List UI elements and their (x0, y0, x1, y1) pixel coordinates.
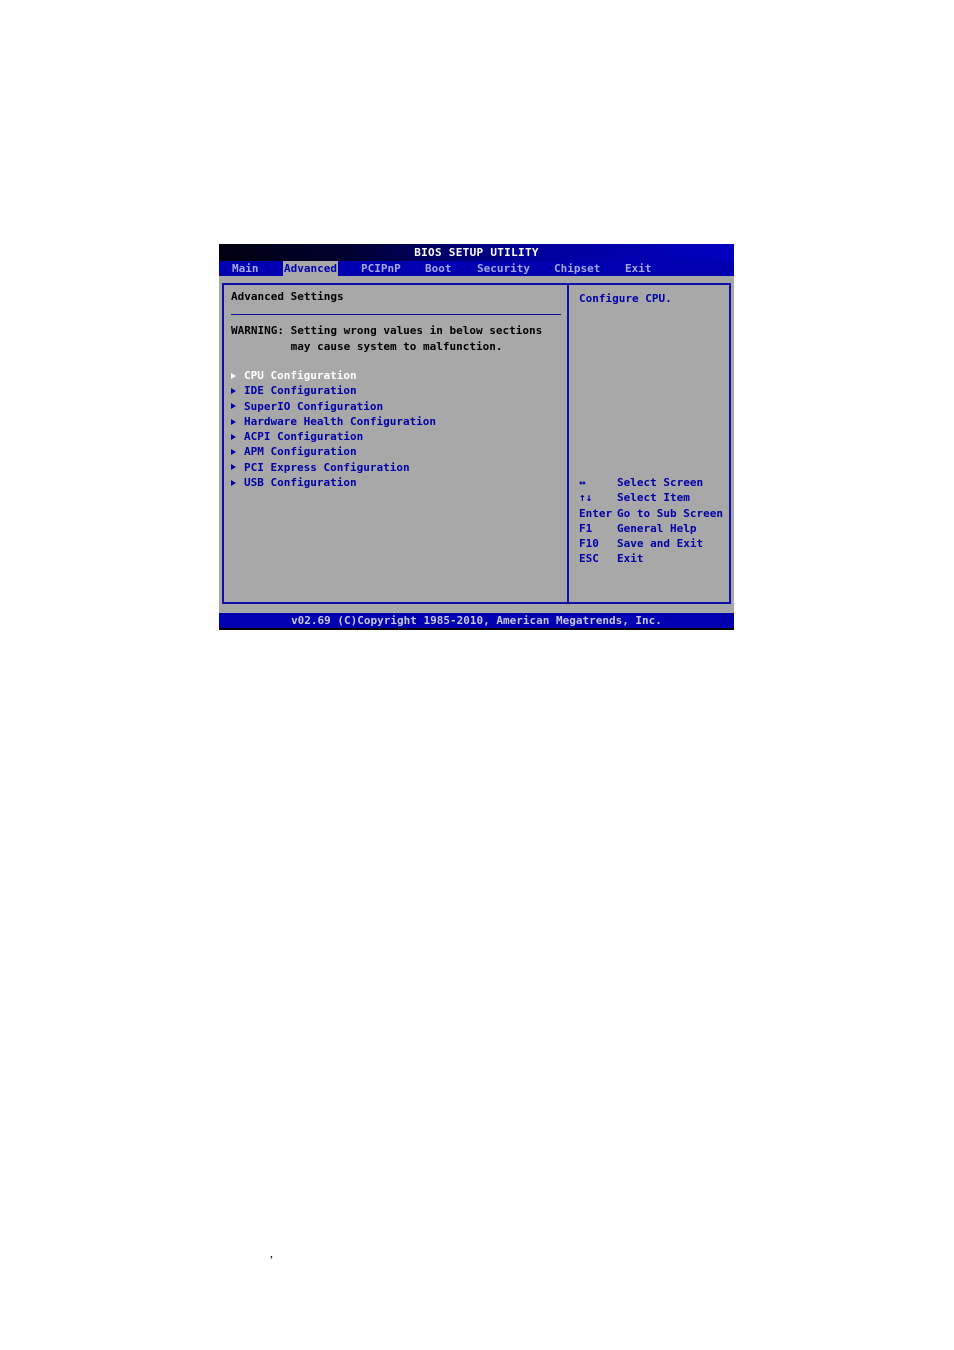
submenu-item-label: USB Configuration (244, 476, 357, 490)
triangle-right-icon (231, 479, 236, 486)
key-legend: ↔ Select Screen ↑↓ Select Item Enter Go to … (579, 475, 723, 567)
tab-chipset[interactable]: Chipset (553, 261, 601, 276)
triangle-right-icon (231, 372, 236, 379)
key-action: General Help (617, 521, 697, 535)
tab-boot[interactable]: Boot (424, 261, 453, 276)
key-legend-row: ↔ Select Screen (579, 475, 723, 490)
panel-divider (567, 283, 569, 604)
main-panel: Advanced Settings (231, 289, 561, 304)
key-action: Save and Exit (617, 537, 704, 551)
left-right-arrow-icon: ↔ (579, 476, 586, 489)
key-name: Enter (579, 506, 613, 520)
menu-bar: Main Advanced PCIPnP Boot Security Chips… (219, 261, 734, 276)
key-legend-row: Enter Go to Sub Screen (579, 506, 723, 521)
bios-setup-screen: BIOS SETUP UTILITY Main Advanced PCIPnP … (219, 244, 734, 630)
tab-advanced[interactable]: Advanced (283, 261, 338, 276)
submenu-item-apm[interactable]: APM Configuration (231, 444, 436, 459)
submenu-item-superio[interactable]: SuperIO Configuration (231, 399, 436, 414)
triangle-right-icon (231, 449, 236, 456)
tab-exit[interactable]: Exit (624, 261, 653, 276)
key-name: F1 (579, 521, 593, 535)
help-description: Configure CPU. (579, 292, 672, 305)
submenu-item-label: APM Configuration (244, 445, 357, 459)
triangle-right-icon (231, 403, 236, 410)
title-bar: BIOS SETUP UTILITY (219, 244, 734, 261)
submenu-item-label: CPU Configuration (244, 369, 357, 382)
key-legend-row: F10 Save and Exit (579, 536, 723, 551)
warning-line-2: may cause system to malfunction. (231, 339, 503, 353)
triangle-right-icon (231, 387, 236, 394)
key-name: F10 (579, 537, 599, 551)
submenu-item-pci-express[interactable]: PCI Express Configuration (231, 460, 436, 475)
key-legend-row: ESC Exit (579, 551, 723, 566)
key-action: Select Item (617, 491, 690, 505)
key-name: ESC (579, 552, 599, 566)
submenu-item-usb[interactable]: USB Configuration (231, 475, 436, 490)
key-action: Select Screen (617, 476, 704, 489)
heading-divider (231, 314, 561, 315)
section-heading: Advanced Settings (231, 290, 344, 303)
submenu-item-label: SuperIO Configuration (244, 399, 384, 413)
triangle-right-icon (231, 464, 236, 471)
submenu-item-hardware-health[interactable]: Hardware Health Configuration (231, 414, 436, 429)
submenu-item-label: IDE Configuration (244, 384, 357, 398)
tab-security[interactable]: Security (476, 261, 531, 276)
key-legend-row: ↑↓ Select Item (579, 490, 723, 505)
submenu-item-label: Hardware Health Configuration (244, 414, 437, 428)
key-action: Exit (617, 552, 644, 566)
submenu-list: CPU Configuration IDE Configuration Supe… (231, 368, 436, 490)
tab-main[interactable]: Main (231, 261, 260, 276)
footer-bottom-border (219, 628, 734, 630)
submenu-item-ide[interactable]: IDE Configuration (231, 383, 436, 398)
stray-comma-mark: , (270, 1246, 273, 1260)
copyright-footer: v02.69 (C)Copyright 1985-2010, American … (219, 613, 734, 628)
submenu-item-label: ACPI Configuration (244, 430, 364, 444)
triangle-right-icon (231, 433, 236, 440)
triangle-right-icon (231, 418, 236, 425)
key-action: Go to Sub Screen (617, 506, 723, 520)
tab-pcipnp[interactable]: PCIPnP (360, 261, 402, 276)
warning-line-1: WARNING: Setting wrong values in below s… (231, 324, 543, 337)
key-legend-row: F1 General Help (579, 521, 723, 536)
up-down-arrow-icon: ↑↓ (579, 491, 593, 505)
warning-text: WARNING: Setting wrong values in below s… (231, 323, 542, 354)
submenu-item-acpi[interactable]: ACPI Configuration (231, 429, 436, 444)
submenu-item-label: PCI Express Configuration (244, 460, 410, 474)
submenu-item-cpu[interactable]: CPU Configuration (231, 368, 436, 383)
